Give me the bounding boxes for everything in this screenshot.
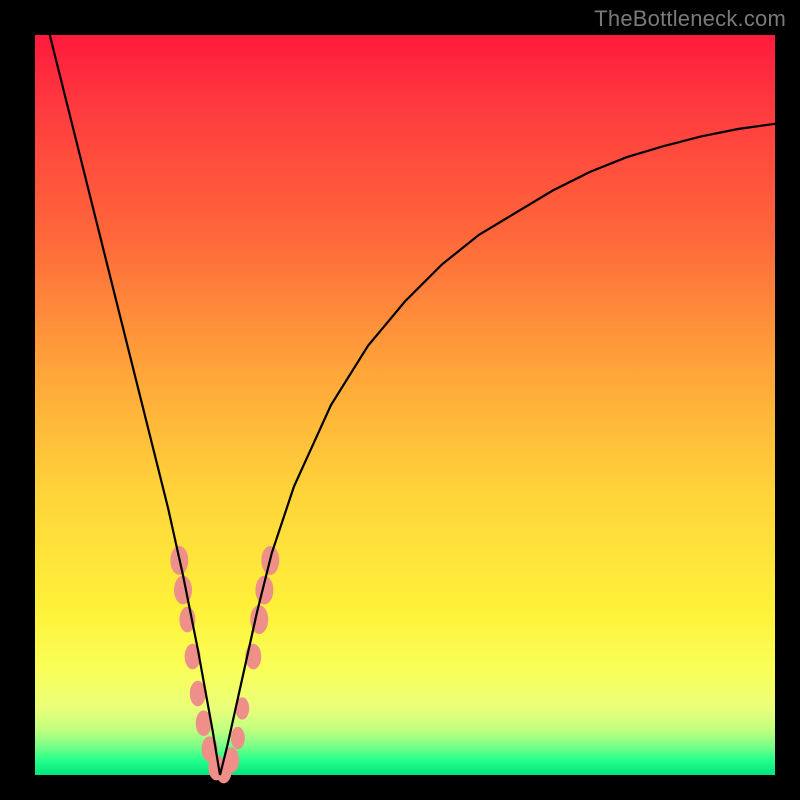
plot-area xyxy=(35,35,775,775)
chart-frame: TheBottleneck.com xyxy=(0,0,800,800)
chart-svg xyxy=(35,35,775,775)
marker-group xyxy=(170,546,279,783)
bottleneck-curve xyxy=(50,35,775,775)
watermark-text: TheBottleneck.com xyxy=(594,6,786,32)
marker-dot xyxy=(231,727,245,749)
